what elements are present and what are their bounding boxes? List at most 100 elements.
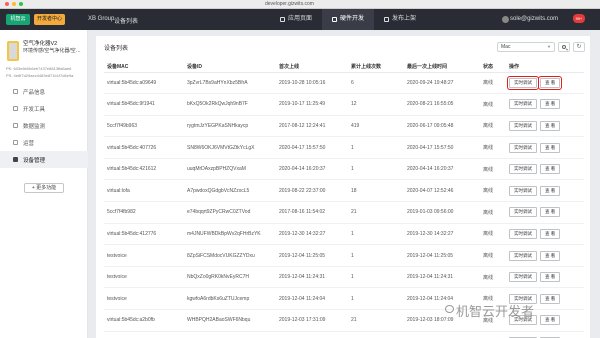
device-id: s0UQgbzYVgAwbAyFWoRt0 [184, 331, 276, 338]
view-button[interactable]: 查 看 [540, 207, 561, 218]
row-actions: 实时调试查 看 [506, 115, 584, 138]
realtime-debug-button[interactable]: 实时调试 [507, 75, 539, 90]
online-count: 1 [348, 244, 404, 267]
view-button[interactable]: 查 看 [540, 315, 561, 326]
device-id: e74bqqrt9ZPyCRwC0ZTVod [184, 201, 276, 224]
filter-select[interactable]: Mac ▼ [497, 42, 555, 52]
realtime-debug-button[interactable]: 实时调试 [509, 185, 537, 196]
table-row: testvoice NbQxZo0gRK0kNvEyRC7H 2019-12-04 … [104, 266, 584, 289]
row-actions: 实时调试查 看 [506, 72, 584, 95]
device-mac: virtual:5b45dc:498338 [104, 331, 184, 338]
view-button[interactable]: 查 看 [540, 164, 561, 175]
view-button[interactable]: 查 看 [537, 75, 563, 90]
status-badge: 离线 [480, 179, 506, 203]
sidebar-item-device-management[interactable]: 设备管理 [0, 151, 88, 168]
online-count: 1 [348, 158, 404, 181]
group-selector[interactable]: XB Group [88, 16, 114, 22]
more-features-button[interactable]: + 更多功能 [24, 183, 64, 193]
gizwits-logo[interactable]: 机智云 [6, 14, 30, 25]
close-window-dot[interactable] [5, 2, 9, 6]
sidebar-menu: 产品信息 开发工具 数据监测 运营 设备管理 [0, 83, 88, 168]
refresh-button[interactable]: ↻ [573, 42, 585, 52]
realtime-debug-button[interactable]: 实时调试 [509, 272, 537, 283]
view-button[interactable]: 查 看 [540, 228, 561, 239]
online-count: 6 [348, 72, 404, 95]
view-button[interactable]: 查 看 [540, 99, 561, 110]
table-row: testvoice 8ZpSiFCSMdocVUKGZZYDxu 2019-12-0… [104, 244, 584, 267]
first-online: 2020-04-17 15:57:50 [276, 136, 348, 159]
sidebar-item-product-info[interactable]: 产品信息 [0, 83, 88, 100]
view-button[interactable]: 查 看 [540, 293, 561, 304]
device-mac: virtual:lofa [104, 179, 184, 203]
realtime-debug-button[interactable]: 实时调试 [509, 207, 537, 218]
view-button[interactable]: 查 看 [540, 142, 561, 153]
developer-center-label[interactable]: 开发者中心 [34, 14, 66, 25]
device-id: WHBPQH2ABaoSWF6Nbqu [184, 309, 276, 332]
device-mac: 5ccf7f4fb982 [104, 201, 184, 224]
row-actions: 实时调试查 看 [506, 266, 584, 289]
chevron-down-icon: ▼ [547, 44, 551, 49]
view-button[interactable]: 查 看 [540, 185, 561, 196]
device-mac: testvoice [104, 287, 184, 311]
address-bar[interactable]: developer.gizwits.com [265, 1, 314, 7]
last-online: 2019-12-04 15:20:02 [404, 331, 480, 338]
tools-icon [13, 106, 18, 111]
view-button[interactable]: 查 看 [540, 272, 561, 283]
status-badge: 离线 [480, 201, 506, 224]
minimize-window-dot[interactable] [12, 2, 16, 6]
last-online: 2020-04-17 15:57:50 [404, 136, 480, 159]
search-button[interactable] [558, 42, 570, 52]
device-mac: testvoice [104, 244, 184, 267]
first-online: 2017-08-12 12:24:41 [276, 115, 348, 138]
realtime-debug-button[interactable]: 实时调试 [509, 142, 537, 153]
realtime-debug-button[interactable]: 实时调试 [509, 250, 537, 261]
last-online: 2020-06-17 09:05:48 [404, 115, 480, 138]
online-count: 1 [348, 331, 404, 338]
view-button[interactable]: 查 看 [540, 120, 561, 131]
row-actions: 实时调试查 看 [506, 179, 584, 203]
status-badge: 离线 [480, 115, 506, 138]
tab-app-label: 应用页面 [288, 16, 313, 22]
tab-hardware[interactable]: 硬件开发 [322, 9, 375, 30]
device-mac: virtual:5b45dc:a2b0fb [104, 309, 184, 332]
last-online: 2020-04-07 12:52:46 [404, 179, 480, 203]
online-count: 21 [348, 309, 404, 332]
user-email[interactable]: sole@gizwits.com [510, 16, 558, 22]
col-status: 状态 [480, 62, 506, 73]
view-button[interactable]: 查 看 [540, 250, 561, 261]
device-id: NbQxZo0gRK0kNvEyRC7H [184, 266, 276, 289]
sidebar-item-monitoring[interactable]: 数据监测 [0, 117, 88, 134]
status-badge: 离线 [480, 244, 506, 267]
online-count: 18 [348, 179, 404, 203]
table-row: virtual:5b45dc:498338s0UQgbzYVgAwbAyFWoR… [104, 331, 584, 338]
notification-badge[interactable]: 99+ [573, 14, 585, 23]
sidebar-item-label: 产品信息 [23, 89, 46, 96]
maximize-window-dot[interactable] [19, 2, 23, 6]
table-row: 5ccf7f49b963 rygtmJzYEGPKaSNHkaycp 2017-08… [104, 115, 584, 138]
row-actions: 实时调试查 看 [506, 136, 584, 159]
device-id: 8ZpSiFCSMdocVUKGZZYDxu [184, 244, 276, 267]
realtime-debug-button[interactable]: 实时调试 [509, 99, 537, 110]
status-badge: 离线 [480, 158, 506, 181]
sidebar-item-dev-tools[interactable]: 开发工具 [0, 100, 88, 117]
col-did: 设备ID [184, 62, 276, 73]
realtime-debug-button[interactable]: 实时调试 [509, 164, 537, 175]
wechat-icon [445, 305, 454, 313]
row-actions: 实时调试查 看 [506, 223, 584, 246]
col-actions: 操作 [506, 62, 584, 73]
status-badge: 离线 [480, 223, 506, 246]
sidebar-item-operations[interactable]: 运营 [0, 134, 88, 151]
tab-app[interactable]: 应用页面 [270, 9, 322, 30]
info-icon [13, 89, 18, 94]
product-description: 环境传感/空气净化器/空… [23, 48, 81, 54]
realtime-debug-button[interactable]: 实时调试 [509, 120, 537, 131]
product-name: 空气净化器V2 [23, 41, 58, 47]
realtime-debug-button[interactable]: 实时调试 [509, 228, 537, 239]
avatar[interactable] [502, 16, 509, 23]
row-actions: 实时调试查 看 [506, 93, 584, 116]
row-actions: 实时调试查 看 [506, 158, 584, 181]
product-key: PK: 603e6b0b6eb7437e8813ffa5ae6 [6, 66, 72, 71]
tab-publish[interactable]: 发布上架 [374, 9, 426, 30]
col-first-online: 首次上线 [276, 62, 348, 73]
product-secret: PS: 4e8f7d29aec4483e871b1f7d6e9a [6, 73, 74, 78]
